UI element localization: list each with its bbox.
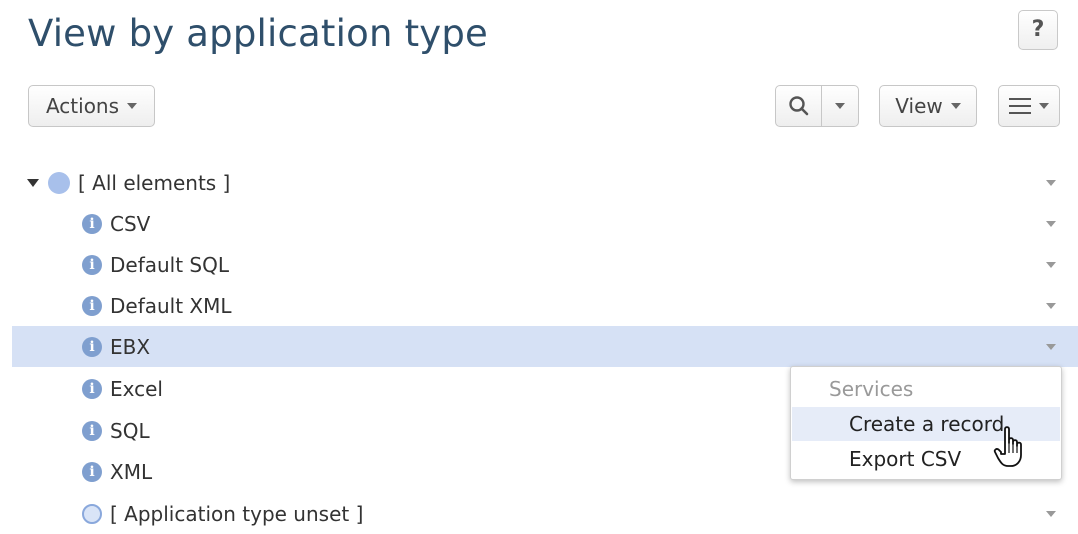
info-icon: i <box>82 213 102 234</box>
page-title: View by application type <box>28 12 489 55</box>
search-options-button[interactable] <box>822 86 858 126</box>
help-button[interactable]: ? <box>1018 10 1058 50</box>
info-icon: i <box>82 461 102 482</box>
actions-label: Actions <box>45 94 120 118</box>
row-menu-chevron-icon[interactable] <box>1046 262 1056 268</box>
search-button[interactable] <box>776 86 823 126</box>
tree-root-row[interactable]: [ All elements ] <box>12 162 1078 203</box>
chevron-down-icon <box>950 103 961 109</box>
all-elements-icon <box>48 171 70 194</box>
info-icon: i <box>82 254 102 275</box>
chevron-down-icon <box>1039 103 1049 109</box>
actions-button[interactable]: Actions <box>28 85 155 127</box>
tree-item-default-xml[interactable]: i Default XML <box>12 285 1078 326</box>
hamburger-menu-icon <box>1009 98 1031 114</box>
tree-item-label: SQL <box>110 418 150 443</box>
menu-button[interactable] <box>998 85 1060 127</box>
row-menu-chevron-icon[interactable] <box>1046 303 1056 309</box>
chevron-down-icon <box>835 103 846 109</box>
chevron-down-icon <box>127 103 138 109</box>
unset-circle-icon <box>82 503 102 524</box>
info-icon: i <box>82 295 102 316</box>
tree-item-csv[interactable]: i CSV <box>12 203 1078 244</box>
row-menu-chevron-icon[interactable] <box>1046 511 1056 517</box>
tree-item-label: XML <box>110 459 153 484</box>
tree-item-label: EBX <box>110 334 151 359</box>
hand-pointer-cursor-icon <box>993 426 1022 467</box>
info-icon: i <box>82 378 102 399</box>
tree-item-ebx[interactable]: i EBX <box>12 326 1078 367</box>
tree-root-label: [ All elements ] <box>78 170 231 195</box>
row-menu-chevron-icon[interactable] <box>1046 180 1056 186</box>
view-label: View <box>895 94 943 118</box>
menu-section-header: Services <box>829 377 914 401</box>
search-button-group[interactable] <box>775 85 859 127</box>
tree-item-label: Default XML <box>110 293 232 318</box>
tree-item-label: CSV <box>110 211 151 236</box>
search-icon <box>789 96 809 116</box>
row-menu-chevron-icon[interactable] <box>1046 344 1056 350</box>
row-menu-chevron-icon[interactable] <box>1046 221 1056 227</box>
tree-item-label: Excel <box>110 376 163 401</box>
info-icon: i <box>82 336 102 357</box>
tree-item-default-sql[interactable]: i Default SQL <box>12 244 1078 285</box>
view-button[interactable]: View <box>879 85 977 127</box>
expand-triangle-icon[interactable] <box>27 178 39 187</box>
tree-item-label: [ Application type unset ] <box>110 501 364 526</box>
tree-item-unset[interactable]: [ Application type unset ] <box>12 493 1078 534</box>
info-icon: i <box>82 420 102 441</box>
tree-item-label: Default SQL <box>110 252 230 277</box>
